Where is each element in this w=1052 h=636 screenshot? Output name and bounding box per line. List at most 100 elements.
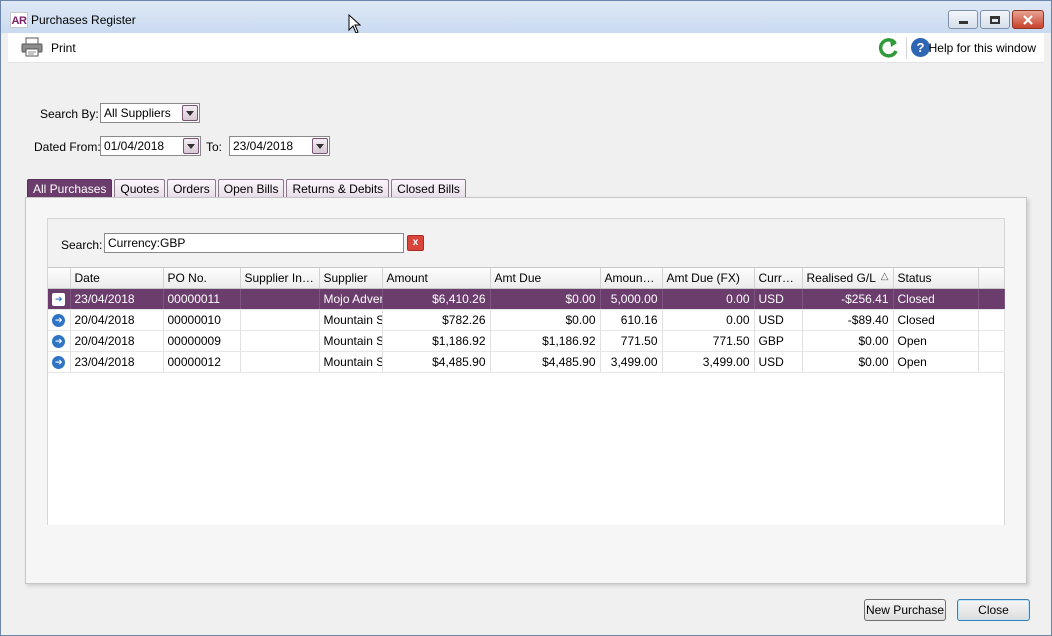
cell-filler	[978, 309, 1005, 331]
new-purchase-button[interactable]: New Purchase	[864, 599, 946, 621]
table-row[interactable]: ➔20/04/201800000009Mountain Sp$1,186.92$…	[48, 330, 1005, 352]
cell-po: 00000010	[163, 309, 241, 331]
help-icon[interactable]: ?	[911, 38, 930, 57]
cell-status: Closed	[893, 309, 979, 331]
cell-filler	[978, 288, 1005, 310]
tab-returns-debits[interactable]: Returns & Debits	[286, 179, 390, 198]
maximize-icon	[990, 15, 1000, 24]
search-by-select[interactable]: All Suppliers	[100, 103, 200, 123]
arrow-right-icon[interactable]: ➔	[52, 292, 66, 306]
column-header-status[interactable]: Status	[893, 268, 979, 289]
cell-date: 23/04/2018	[70, 288, 164, 310]
minimize-icon	[958, 20, 968, 24]
tab-orders[interactable]: Orders	[167, 179, 216, 198]
cell-amt-due: $4,485.90	[490, 351, 601, 373]
window-title: Purchases Register	[31, 13, 136, 27]
arrow-right-icon[interactable]: ➔	[52, 313, 66, 327]
register-tabs: All Purchases Quotes Orders Open Bills R…	[27, 179, 466, 198]
minimize-button[interactable]	[948, 10, 978, 29]
arrow-right-icon[interactable]: ➔	[52, 355, 66, 369]
cell-supplier: Mountain Sp	[319, 330, 383, 352]
cell-po: 00000011	[163, 288, 241, 310]
cell-amt-due-fx: 0.00	[662, 309, 755, 331]
close-button[interactable]: Close	[957, 599, 1030, 621]
cell-currency: USD	[754, 351, 803, 373]
tab-open-bills[interactable]: Open Bills	[217, 179, 285, 198]
close-icon: x	[412, 237, 419, 248]
chevron-down-icon[interactable]	[183, 138, 199, 154]
column-header-amt-due[interactable]: Amt Due	[490, 268, 601, 289]
column-header-supplier-inv[interactable]: Supplier Inv...	[240, 268, 320, 289]
cell-supplier-inv	[240, 330, 320, 352]
refresh-icon[interactable]	[878, 37, 900, 59]
close-window-button[interactable]	[1012, 10, 1044, 29]
sort-ascending-icon: △	[880, 270, 889, 282]
column-header-amount[interactable]: Amount	[382, 268, 491, 289]
dated-to-value: 23/04/2018	[233, 139, 294, 153]
column-header-date[interactable]: Date	[70, 268, 164, 289]
cell-amount-fx: 3,499.00	[600, 351, 663, 373]
cell-amt-due: $0.00	[490, 288, 601, 310]
dated-from-field[interactable]: 01/04/2018	[100, 136, 201, 156]
row-arrow-cell[interactable]: ➔	[48, 309, 71, 331]
arrow-right-icon[interactable]: ➔	[52, 334, 66, 348]
search-input[interactable]	[104, 233, 404, 253]
column-header-select	[48, 268, 71, 289]
table-row[interactable]: ➔ 23/04/2018 00000011 Mojo Adver $6,410.26 $0…	[48, 288, 1005, 310]
dated-to-field[interactable]: 23/04/2018	[229, 136, 330, 156]
cell-status: Open	[893, 351, 979, 373]
cell-amount: $4,485.90	[382, 351, 491, 373]
cell-amount: $1,186.92	[382, 330, 491, 352]
purchases-table: Date PO No. Supplier Inv... Supplier Amo…	[48, 268, 1005, 373]
search-label: Search:	[61, 238, 103, 252]
chevron-down-icon[interactable]	[182, 105, 198, 121]
printer-icon[interactable]	[21, 37, 43, 57]
tab-panel: Search: x Date	[25, 197, 1027, 584]
column-header-supplier[interactable]: Supplier	[319, 268, 383, 289]
tab-all-purchases[interactable]: All Purchases	[27, 179, 113, 198]
cell-supplier: Mountain Sp	[319, 351, 383, 373]
column-header-currency[interactable]: Curre...	[754, 268, 803, 289]
cell-date: 20/04/2018	[70, 330, 164, 352]
cell-amount: $782.26	[382, 309, 491, 331]
toolbar: Print ? Help for this window	[8, 33, 1044, 63]
search-by-label: Search By:	[40, 107, 99, 121]
title-bar: AR Purchases Register	[1, 1, 1051, 33]
cell-filler	[978, 351, 1005, 373]
results-panel: Search: x Date	[47, 218, 1005, 525]
tab-closed-bills[interactable]: Closed Bills	[391, 179, 466, 198]
row-arrow-cell[interactable]: ➔	[48, 351, 71, 373]
cell-date: 20/04/2018	[70, 309, 164, 331]
cell-amt-due-fx: 3,499.00	[662, 351, 755, 373]
cell-filler	[978, 330, 1005, 352]
cell-amount: $6,410.26	[382, 288, 491, 310]
window-controls	[948, 10, 1044, 29]
column-header-po-no[interactable]: PO No.	[163, 268, 241, 289]
column-header-amount-fx[interactable]: Amount ...	[600, 268, 663, 289]
cell-status: Open	[893, 330, 979, 352]
column-header-amt-due-fx[interactable]: Amt Due (FX)	[662, 268, 755, 289]
search-by-value: All Suppliers	[104, 106, 171, 120]
table-row[interactable]: ➔23/04/201800000012Mountain Sp$4,485.90$…	[48, 351, 1005, 373]
dated-from-value: 01/04/2018	[104, 139, 165, 153]
cell-realised: -$256.41	[802, 288, 894, 310]
cell-currency: USD	[754, 288, 803, 310]
column-header-realised-gl[interactable]: Realised G/L △	[802, 268, 894, 289]
cell-date: 23/04/2018	[70, 351, 164, 373]
row-arrow-cell[interactable]: ➔	[48, 330, 71, 352]
cell-amt-due: $0.00	[490, 309, 601, 331]
maximize-button[interactable]	[980, 10, 1010, 29]
cell-amount-fx: 5,000.00	[600, 288, 663, 310]
tab-quotes[interactable]: Quotes	[114, 179, 166, 198]
clear-search-button[interactable]: x	[407, 235, 424, 251]
realised-gl-label: Realised G/L	[806, 270, 876, 285]
print-button[interactable]: Print	[51, 41, 76, 55]
help-button[interactable]: Help for this window	[929, 41, 1036, 55]
cell-supplier: Mojo Adver	[319, 288, 383, 310]
cell-amt-due-fx: 771.50	[662, 330, 755, 352]
cell-realised: $0.00	[802, 351, 894, 373]
chevron-down-icon[interactable]	[312, 138, 328, 154]
row-arrow-cell[interactable]: ➔	[48, 288, 71, 310]
table-body: ➔ 23/04/2018 00000011 Mojo Adver $6,410.26 $0…	[48, 288, 1005, 373]
table-row[interactable]: ➔ 20/04/201800000010 Mountain Sp$782.26$0.…	[48, 309, 1005, 331]
